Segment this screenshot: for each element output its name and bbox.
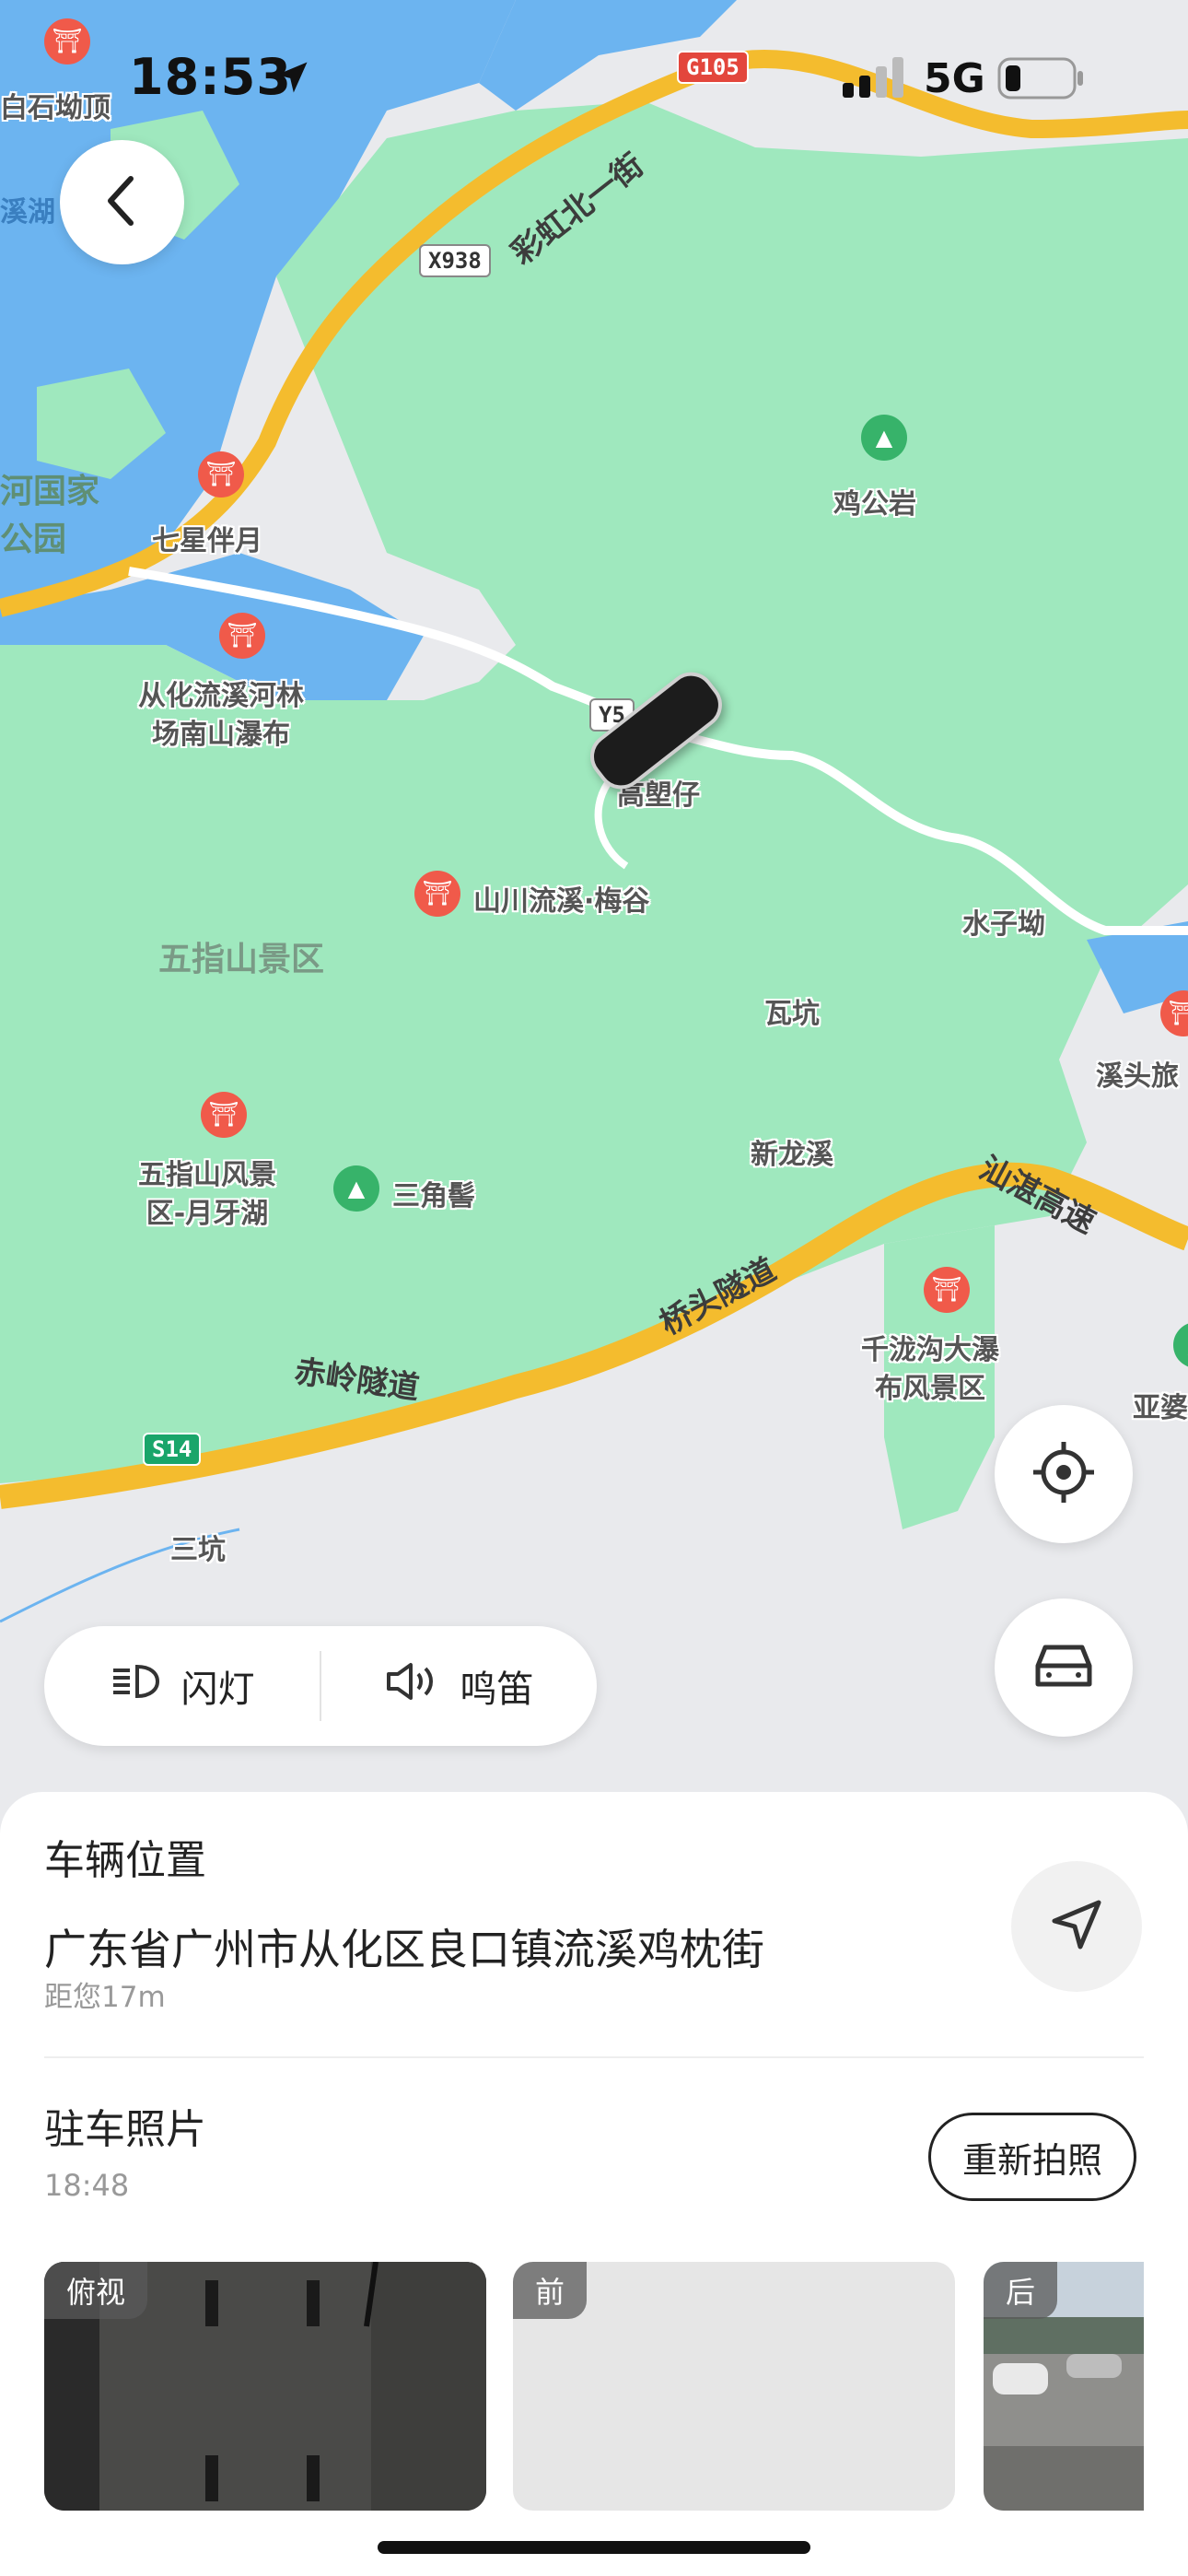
mountain-icon: ▲ [333,1165,379,1212]
photo-tag: 俯视 [44,2262,148,2319]
poi-label: 七星伴月 [152,525,262,557]
flash-button[interactable]: 闪灯 [44,1626,320,1746]
scenic-icon: ⛩ [198,451,244,498]
vehicle-distance: 距您17m [44,1981,166,2014]
vehicle-controls: 闪灯 鸣笛 [44,1626,597,1746]
location-arrow-icon [272,57,312,101]
horn-label: 鸣笛 [460,1669,534,1711]
headlight-icon [110,1661,161,1711]
map-view[interactable]: G105 X938 S14 Y5 彩虹北一街 汕湛高速 桥头隧道 赤岭隧道 ⛩ … [0,0,1188,1843]
poi-label: 亚婆 [1133,1392,1188,1424]
photo-tag: 后 [984,2262,1058,2319]
scenic-icon: ⛩ [924,1267,970,1313]
car-icon [1029,1638,1099,1697]
poi-label: 千泷沟大瀑 布风景区 [861,1334,999,1405]
place-xinlongxi: 新龙溪 [751,1139,833,1171]
photo-front[interactable]: 前 [513,2262,955,2511]
signal-icon [843,57,907,101]
network-type: 5G [924,55,985,102]
poi-label: 五指山风景 区-月牙湖 [138,1159,276,1230]
place-xihu: 溪湖 [0,196,55,228]
poi-label: 溪头旅 [1096,1060,1179,1093]
poi-label: 从化流溪河林 场南山瀑布 [138,680,304,751]
mountain-icon: ▲ [861,415,907,461]
poi-label: 鸡公岩 [833,488,916,521]
area-guojia: 河国家 公园 [0,473,100,558]
photo-top-view[interactable]: 俯视 [44,2262,486,2511]
home-indicator[interactable] [378,2541,810,2554]
vehicle-view-button[interactable] [995,1598,1133,1737]
place-shuiziao: 水子坳 [962,908,1045,941]
vehicle-address: 广东省广州市从化区良口镇流溪鸡枕街 [44,1925,764,1974]
section-divider [44,2056,1144,2058]
scenic-icon: ⛩ [201,1092,247,1138]
navigate-icon [1047,1895,1106,1958]
photo-tag: 前 [513,2262,588,2319]
horn-button[interactable]: 鸣笛 [321,1626,597,1746]
road-shield-s14: S14 [143,1433,202,1466]
photo-rear[interactable]: 后 [984,2262,1144,2511]
locate-icon [1031,1440,1096,1508]
parking-photos-time: 18:48 [44,2168,130,2203]
area-wuzhishan: 五指山景区 [158,941,325,978]
status-time: 18:53 [129,48,292,106]
speaker-icon [385,1661,440,1711]
road-shield-x938: X938 [419,244,491,277]
back-button[interactable] [60,140,184,264]
status-bar: 18:53 5G [0,0,1188,157]
poi-label: 山川流溪·梅谷 [473,885,650,918]
poi-label: 三角髻 [392,1180,475,1212]
scenic-icon: ⛩ [219,613,265,659]
battery-icon [997,57,1085,103]
navigate-button[interactable] [1011,1861,1142,1992]
back-chevron-icon [99,173,146,232]
scenic-icon: ⛩ [414,871,460,917]
retake-photo-button[interactable]: 重新拍照 [928,2113,1136,2201]
flash-label: 闪灯 [181,1669,255,1711]
vehicle-location-title: 车辆位置 [44,1837,206,1884]
locate-button[interactable] [995,1405,1133,1543]
place-wakeng: 瓦坑 [764,998,820,1030]
place-sankeng: 三坑 [170,1534,226,1566]
parking-photos-title: 驻车照片 [44,2106,206,2153]
